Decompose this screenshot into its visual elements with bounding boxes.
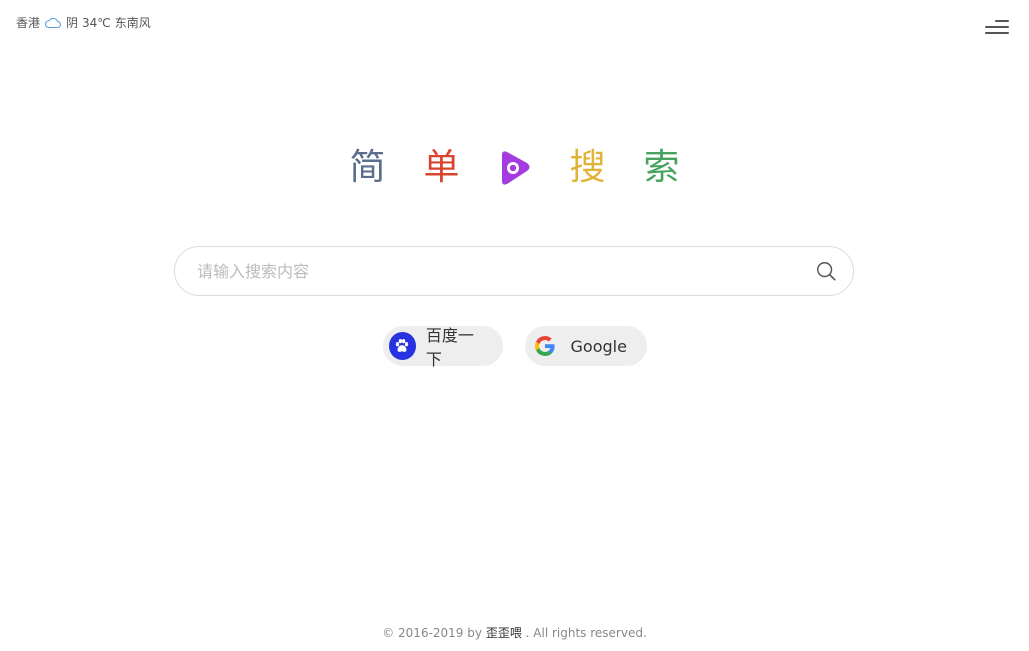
page: 香港 阴 34℃ 东南风 简 单 搜 索 请输入搜索内容 百度一下 Google… xyxy=(0,0,1029,651)
search-box xyxy=(174,246,854,296)
weather-temperature: 34℃ xyxy=(82,15,111,30)
search-engine-buttons: 百度一下 Google xyxy=(0,326,1029,369)
google-logo-icon xyxy=(534,336,555,356)
hamburger-menu-icon[interactable] xyxy=(983,18,1009,36)
baidu-search-button[interactable]: 百度一下 xyxy=(382,326,503,369)
search-icon[interactable] xyxy=(815,260,837,282)
logo-char-jian: 简 xyxy=(349,147,386,188)
logo-char-dan: 单 xyxy=(423,147,460,188)
footer-rights: . All rights reserved. xyxy=(525,626,647,640)
google-search-button[interactable]: Google xyxy=(524,326,647,366)
logo-char-sou: 搜 xyxy=(569,147,606,188)
weather-city: 香港 xyxy=(16,16,41,30)
baidu-paw-icon xyxy=(388,332,416,360)
cloud-icon xyxy=(44,17,61,28)
footer: © 2016-2019 by 歪歪喂 . All rights reserved… xyxy=(0,624,1029,641)
weather-widget[interactable]: 香港 阴 34℃ 东南风 xyxy=(16,14,151,31)
google-search-label: Google xyxy=(570,336,627,356)
site-logo: 简 单 搜 索 xyxy=(0,144,1029,192)
footer-author-link[interactable]: 歪歪喂 xyxy=(486,626,522,640)
weather-wind: 东南风 xyxy=(114,16,151,30)
weather-condition: 阴 xyxy=(66,16,79,30)
baidu-search-label: 百度一下 xyxy=(425,326,474,369)
footer-copyright: © 2016-2019 by xyxy=(382,626,482,640)
play-logo-icon xyxy=(501,151,529,185)
search-input[interactable] xyxy=(195,260,815,282)
logo-char-suo: 索 xyxy=(643,147,680,188)
